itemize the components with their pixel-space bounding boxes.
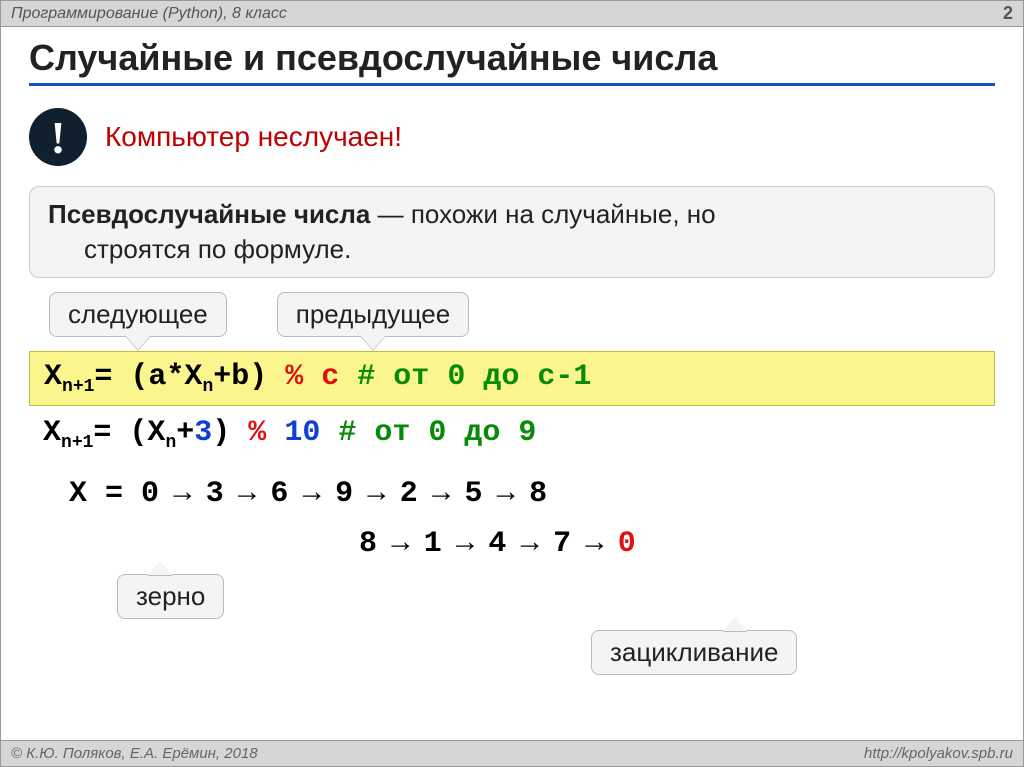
- seq-v: 9: [335, 477, 353, 511]
- definition-rest-2: строятся по формуле.: [48, 232, 976, 267]
- definition-box: Псевдослучайные числа — похожи на случай…: [29, 186, 995, 278]
- callout-seed-wrap: зерно: [117, 574, 224, 619]
- tok: #: [320, 416, 374, 450]
- alert-row: ! Компьютер неслучаен!: [29, 108, 995, 166]
- seq-label: X =: [69, 477, 141, 511]
- tok: +b): [213, 360, 285, 394]
- arrow-icon: →: [288, 475, 335, 508]
- arrow-icon: →: [482, 475, 529, 508]
- sequence-1: X = 0 → 3 → 6 → 9 → 2 → 5 → 8: [69, 475, 995, 511]
- seq-v: 2: [400, 477, 418, 511]
- arrow-icon: →: [442, 525, 489, 558]
- tok: n+1: [62, 377, 94, 397]
- tok: ): [212, 416, 248, 450]
- seq-v: 8: [359, 527, 377, 561]
- tok: X: [44, 360, 62, 394]
- tok: 3: [194, 416, 212, 450]
- seq-v-loop: 0: [618, 527, 636, 561]
- formula-example: Xn+1= (Xn+3) % 10 # от 0 до 9: [29, 406, 995, 457]
- exclamation-icon: !: [29, 108, 87, 166]
- page-title: Случайные и псевдослучайные числа: [29, 37, 995, 86]
- tok: = (X: [93, 416, 165, 450]
- callouts-row: следующее предыдущее: [49, 292, 995, 337]
- seq-v: 0: [141, 477, 159, 511]
- arrow-icon: →: [353, 475, 400, 508]
- callout-loop: зацикливание: [591, 630, 797, 675]
- arrow-icon: →: [418, 475, 465, 508]
- definition-term: Псевдослучайные числа: [48, 199, 370, 229]
- seq-v: 3: [206, 477, 224, 511]
- footer-url: http://kpolyakov.spb.ru: [864, 745, 1013, 762]
- callout-prev: предыдущее: [277, 292, 469, 337]
- seq-v: 5: [464, 477, 482, 511]
- arrow-icon: →: [506, 525, 553, 558]
- sequence-2: 8 → 1 → 4 → 7 → 0: [359, 525, 995, 561]
- tok: n: [202, 377, 213, 397]
- tok: 10: [284, 416, 320, 450]
- tok: n+1: [61, 433, 93, 453]
- tok: +: [176, 416, 194, 450]
- arrow-icon: →: [377, 525, 424, 558]
- tok: n: [165, 433, 176, 453]
- footer-copyright: © К.Ю. Поляков, Е.А. Ерёмин, 2018: [11, 745, 258, 762]
- seq-v: 1: [424, 527, 442, 561]
- tok: = (a*X: [94, 360, 202, 394]
- sequence-block: X = 0 → 3 → 6 → 9 → 2 → 5 → 8 8 → 1 → 4 …: [69, 475, 995, 561]
- course-name: Программирование (Python), 8 класс: [11, 5, 287, 23]
- content-area: ! Компьютер неслучаен! Псевдослучайные ч…: [1, 90, 1023, 561]
- header-bar: Программирование (Python), 8 класс 2: [1, 1, 1023, 27]
- alert-text: Компьютер неслучаен!: [105, 121, 402, 153]
- seq-v: 4: [488, 527, 506, 561]
- tok: %: [248, 416, 284, 450]
- arrow-icon: →: [571, 525, 618, 558]
- callout-next: следующее: [49, 292, 227, 337]
- page-number: 2: [1003, 3, 1013, 24]
- tok: # от 0 до c-1: [339, 360, 591, 394]
- arrow-icon: →: [159, 475, 206, 508]
- seq-v: 7: [553, 527, 571, 561]
- seq-v: 6: [270, 477, 288, 511]
- callout-seed: зерно: [117, 574, 224, 619]
- callout-loop-wrap: зацикливание: [591, 630, 797, 675]
- tok: от 0 до 9: [374, 416, 536, 450]
- formula-general: Xn+1= (a*Xn+b) % c # от 0 до c-1: [29, 351, 995, 406]
- tok: X: [43, 416, 61, 450]
- seq-v: 8: [529, 477, 547, 511]
- footer-bar: © К.Ю. Поляков, Е.А. Ерёмин, 2018 http:/…: [1, 740, 1023, 766]
- arrow-icon: →: [224, 475, 271, 508]
- tok: % c: [285, 360, 339, 394]
- definition-rest-1: — похожи на случайные, но: [370, 199, 715, 229]
